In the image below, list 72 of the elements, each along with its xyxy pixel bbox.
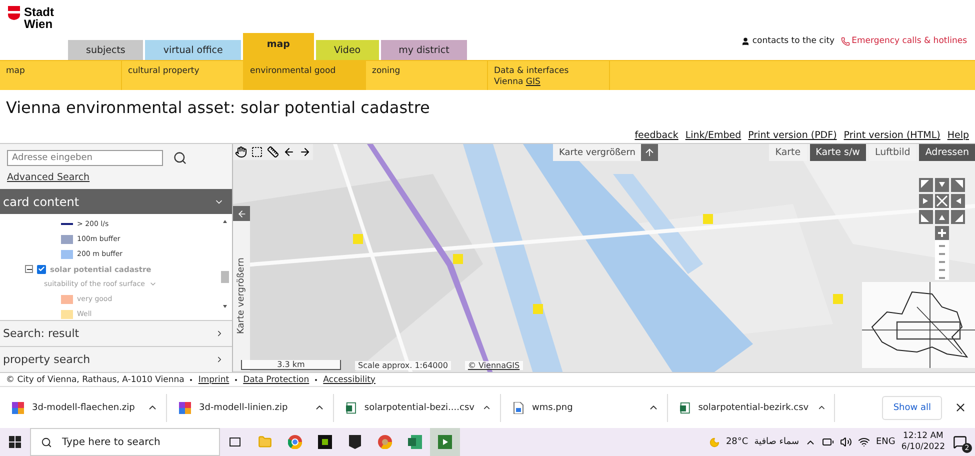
speaker-icon[interactable] — [840, 436, 852, 448]
sidebar-section[interactable]: Search: result — [0, 320, 232, 346]
address-search-field[interactable]: Adresse eingeben — [7, 150, 163, 166]
taskbar-search-field[interactable]: Type here to search — [30, 428, 220, 456]
image-file-icon — [513, 402, 524, 414]
spreadsheet-icon — [680, 402, 690, 414]
download-item[interactable]: solarpotential-bezi....csv — [334, 394, 501, 422]
overview-map-drawing[interactable] — [862, 282, 975, 368]
page-link[interactable]: Print version (PDF) — [748, 130, 837, 141]
language-indicator[interactable]: ENG — [876, 437, 896, 447]
footer-link[interactable]: Imprint — [198, 374, 230, 384]
contacts-link[interactable]: contacts to the city — [741, 36, 835, 46]
chevron-right-icon — [215, 329, 224, 338]
scale-ratio: Scale approx. 1:64000 — [355, 361, 451, 370]
card-content-header[interactable]: card content — [0, 189, 232, 214]
subnav-link[interactable]: zoning — [366, 61, 488, 90]
media-app-icon[interactable] — [430, 428, 460, 456]
nav-tab[interactable]: virtual office — [145, 40, 241, 60]
download-item[interactable]: 3d-modell-linien.zip — [167, 394, 334, 422]
phone-icon — [840, 36, 850, 46]
subnav-link[interactable]: Data & interfaces Vienna GIS — [488, 61, 610, 90]
footer-link[interactable]: Data Protection — [243, 374, 310, 384]
battery-icon[interactable] — [822, 436, 834, 448]
page-link[interactable]: Link/Embed — [685, 130, 742, 141]
page-link[interactable]: Help — [947, 130, 969, 141]
temperature: 28°C — [726, 437, 748, 447]
person-icon — [741, 36, 750, 46]
layer-checkbox[interactable] — [37, 264, 46, 274]
emergency-link[interactable]: Emergency calls & hotlines — [840, 36, 967, 46]
footer-copyright: © City of Vienna, Rathaus, A-1010 Vienna — [6, 374, 184, 384]
close-icon[interactable] — [954, 401, 967, 414]
search-icon[interactable] — [173, 151, 187, 165]
hand-icon[interactable] — [233, 144, 249, 160]
zoom-in-button[interactable] — [935, 226, 949, 240]
nav-tab[interactable]: map — [242, 33, 314, 60]
footer-link[interactable]: Accessibility — [323, 374, 376, 384]
page-title: Vienna environmental asset: solar potential cadastre — [6, 98, 431, 117]
archive-icon — [179, 402, 191, 414]
page-link[interactable]: feedback — [634, 130, 678, 141]
chevron-right-icon — [215, 355, 224, 364]
map-layer-tab[interactable]: Karte s/w — [810, 144, 866, 161]
enlarge-map-tab[interactable]: Karte vergrößern — [233, 221, 250, 371]
search-icon — [41, 436, 52, 448]
logo-text: Stadt Wien — [24, 6, 54, 30]
nav-tab[interactable]: subjects — [68, 40, 144, 60]
nav-tab[interactable]: Video — [316, 40, 379, 60]
advanced-search-link[interactable]: Advanced Search — [7, 172, 232, 183]
show-all-button[interactable]: Show all — [882, 396, 942, 420]
download-item[interactable]: solarpotential-bezirk.csv — [668, 394, 835, 422]
map-copyright: © ViennaGIS — [464, 361, 523, 370]
collapse-toggle[interactable] — [25, 265, 33, 273]
spreadsheet-icon — [346, 402, 356, 414]
clock[interactable]: 12:12 AM 6/10/2022 — [901, 431, 945, 453]
download-item[interactable]: wms.png — [501, 394, 668, 422]
enlarge-map-button[interactable]: Karte vergrößern — [553, 144, 642, 161]
logo-icon — [8, 6, 20, 20]
map-layer-tab[interactable]: Adressen — [919, 144, 975, 161]
download-item[interactable]: 3d-modell-flaechen.zip — [0, 394, 167, 422]
chevron-down-icon[interactable] — [149, 280, 157, 288]
ruler-icon[interactable] — [265, 144, 281, 160]
pan-control[interactable] — [919, 178, 965, 224]
sidebar-section[interactable]: property search — [0, 346, 232, 372]
subnav-link[interactable]: environmental good — [244, 61, 366, 90]
nav-tab[interactable]: my district — [380, 40, 468, 60]
weather-text: سماء صافية — [754, 437, 799, 447]
moon-icon — [708, 436, 720, 448]
archive-icon — [12, 402, 24, 414]
zoom-scale-drawing[interactable] — [935, 240, 949, 280]
subnav-link[interactable]: map — [0, 61, 122, 90]
zoom-box-icon[interactable] — [249, 144, 265, 160]
page-link[interactable]: Print version (HTML) — [844, 130, 940, 141]
scale-bar: 3.3 km — [241, 360, 341, 370]
